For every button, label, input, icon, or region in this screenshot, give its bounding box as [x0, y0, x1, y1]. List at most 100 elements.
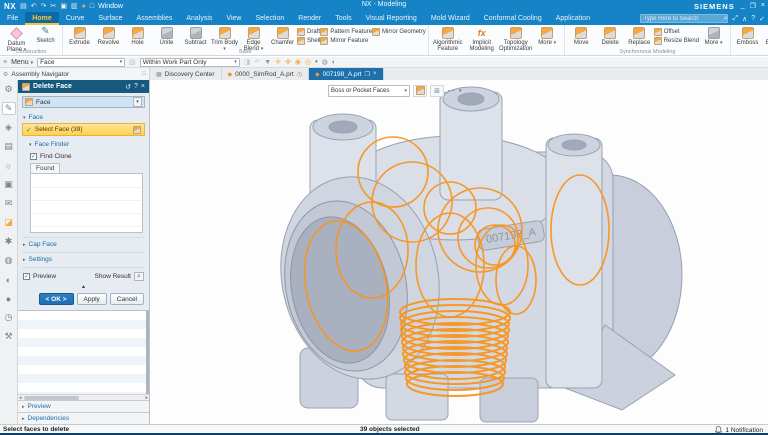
menu-button[interactable]: Menu ▾ — [11, 59, 33, 66]
help-icon[interactable]: ? — [751, 15, 755, 22]
tab-selection[interactable]: Selection — [248, 12, 291, 25]
restore-tab-icon[interactable]: ❐ — [365, 71, 370, 78]
dropdown-arrow-icon[interactable]: ▾ — [554, 40, 557, 46]
preview-section[interactable]: ▸ Preview — [18, 400, 149, 412]
extrude-button[interactable]: Extrude — [65, 26, 94, 46]
select-all-icon[interactable]: ◨ — [244, 58, 251, 66]
found-list[interactable] — [30, 173, 143, 233]
face-finder-header[interactable]: ▾ Face Finder — [28, 138, 145, 150]
tab-active-part[interactable]: ◆ 007198_A.prt ❐ × — [309, 68, 384, 80]
sync-more-button[interactable]: More ▾ — [699, 26, 728, 46]
more-options-icon[interactable]: ⋯ — [447, 86, 456, 95]
implicit-modeling-button[interactable]: fxImplicit Modeling — [465, 26, 499, 53]
edge-select-icon[interactable]: ◎ — [305, 58, 311, 66]
panel-gear-icon[interactable]: ⚙ — [3, 71, 8, 78]
window-menu[interactable]: Window — [98, 3, 123, 10]
reset-icon[interactable]: ↺ — [125, 83, 131, 91]
dropdown-arrow-icon[interactable]: ▾ — [315, 59, 318, 65]
tab-render[interactable]: Render — [291, 12, 328, 25]
touch-mode-icon[interactable]: ● — [82, 3, 86, 10]
scope-combo[interactable]: Within Work Part Only▾ — [140, 58, 240, 67]
tab-assemblies[interactable]: Assemblies — [130, 12, 180, 25]
dialog-help-icon[interactable]: ? — [134, 83, 138, 90]
tab-application[interactable]: Application — [549, 12, 597, 25]
dependencies-section[interactable]: ▸ Dependencies — [18, 412, 149, 424]
history-icon[interactable]: ◷ — [2, 311, 16, 324]
emboss-body-button[interactable]: Emboss Body — [762, 26, 768, 53]
dialog-collapse-handle[interactable]: ▲ — [22, 283, 145, 291]
vertical-scrollbar[interactable] — [146, 311, 149, 394]
found-tab[interactable]: Found — [30, 163, 60, 173]
tab-view[interactable]: View — [219, 12, 248, 25]
visual-reports-icon[interactable]: ✱ — [2, 235, 16, 248]
redo-icon[interactable]: ↷ — [41, 3, 47, 10]
pattern-feature-button[interactable]: Pattern Feature — [320, 28, 372, 36]
highlight-faces-icon[interactable]: ✛ — [275, 58, 281, 66]
close-tab-icon[interactable]: × — [373, 71, 377, 77]
shaded-view-icon[interactable]: ◍ — [322, 58, 328, 66]
graphics-viewport[interactable]: Boss or Pocket Faces ▾ ⊞ ⋯ ▾ — [150, 80, 768, 424]
face-finder-button[interactable] — [413, 85, 427, 97]
navigator-list[interactable] — [18, 310, 149, 394]
scrollbar-thumb[interactable] — [24, 396, 79, 400]
tab-tools[interactable]: Tools — [328, 12, 358, 25]
chamfer-button[interactable]: Chamfer — [268, 26, 297, 46]
dropdown-arrow-icon[interactable]: ▾ — [31, 60, 34, 66]
hd3d-tools-icon[interactable]: ▣ — [2, 178, 16, 191]
paste-icon[interactable]: ▥ — [71, 3, 78, 10]
cut-icon[interactable]: ✂ — [51, 3, 57, 10]
fullscreen-icon[interactable]: ⤢ — [732, 15, 738, 23]
algorithmic-feature-button[interactable]: Algorithmic Feature — [431, 26, 465, 53]
relations-button[interactable]: ⊞ — [430, 85, 444, 97]
panel-pin-icon[interactable]: □ — [142, 71, 146, 77]
offset-button[interactable]: Offset — [654, 28, 699, 36]
shell-button[interactable]: Shell — [297, 37, 320, 45]
topology-optimization-button[interactable]: Topology Optimization — [499, 26, 533, 53]
replace-button[interactable]: Replace — [625, 26, 654, 46]
tab-home[interactable]: Home — [25, 12, 58, 25]
find-clone-row[interactable]: ✓ Find Clone — [22, 150, 145, 162]
window-menu-arrow-icon[interactable]: ▾ — [127, 3, 130, 9]
face-section-header[interactable]: ▾ Face — [22, 111, 145, 123]
search-input[interactable] — [641, 16, 723, 22]
mirror-geometry-button[interactable]: Mirror Geometry — [372, 28, 426, 36]
tab-surface[interactable]: Surface — [91, 12, 129, 25]
cancel-button[interactable]: Cancel — [110, 293, 144, 305]
select-face-row[interactable]: ✓ Select Face (39) — [22, 123, 145, 136]
reuse-library-icon[interactable]: ▤ — [2, 140, 16, 153]
more-button[interactable]: More ▾ — [533, 26, 562, 46]
tab-conformal-cooling[interactable]: Conformal Cooling — [477, 12, 549, 25]
assembly-navigator-icon[interactable]: ⚙ — [2, 83, 16, 96]
move-button[interactable]: Move — [567, 26, 596, 46]
alerts-icon[interactable]: ○ — [2, 159, 16, 172]
type-filter-combo[interactable]: Face▾ — [37, 58, 125, 67]
constraint-navigator-icon[interactable]: ✎ — [2, 102, 16, 115]
body-select-icon[interactable]: ◉ — [295, 58, 301, 66]
horizontal-scrollbar[interactable]: ◂ ▸ — [18, 394, 149, 400]
delete-button[interactable]: Delete — [596, 26, 625, 46]
hole-button[interactable]: Hole — [123, 26, 152, 46]
tab-visual-reporting[interactable]: Visual Reporting — [359, 12, 424, 25]
notification-bell-icon[interactable] — [715, 426, 722, 434]
scroll-left-icon[interactable]: ◂ — [19, 395, 22, 401]
copy-icon[interactable]: ▣ — [60, 3, 67, 10]
tab-analysis[interactable]: Analysis — [179, 12, 219, 25]
draft-button[interactable]: Draft — [297, 28, 320, 36]
tab-mold-wizard[interactable]: Mold Wizard — [424, 12, 477, 25]
filter-reset-icon[interactable]: ▧ — [129, 58, 136, 66]
settings-header[interactable]: ▸ Settings — [22, 252, 145, 265]
scroll-right-icon[interactable]: ▸ — [145, 395, 148, 401]
undo-icon[interactable]: ↶ — [31, 3, 37, 10]
dialog-header[interactable]: Delete Face ↺ ? × — [18, 80, 149, 93]
mirror-feature-button[interactable]: Mirror Feature — [320, 37, 372, 45]
combo-arrow-icon[interactable]: ▾ — [133, 97, 142, 107]
confirm-icon[interactable]: ✓ — [759, 15, 765, 23]
face-select-icon[interactable]: ✜ — [285, 58, 291, 66]
minimize-button[interactable]: _ — [741, 2, 745, 10]
save-icon[interactable]: ▤ — [20, 3, 27, 10]
dialog-close-icon[interactable]: × — [141, 83, 145, 90]
3d-model[interactable]: 007198_A — [150, 80, 768, 424]
close-button[interactable]: × — [761, 2, 765, 10]
tab-file[interactable]: File — [0, 12, 25, 25]
web-browser-icon[interactable]: ✉ — [2, 197, 16, 210]
